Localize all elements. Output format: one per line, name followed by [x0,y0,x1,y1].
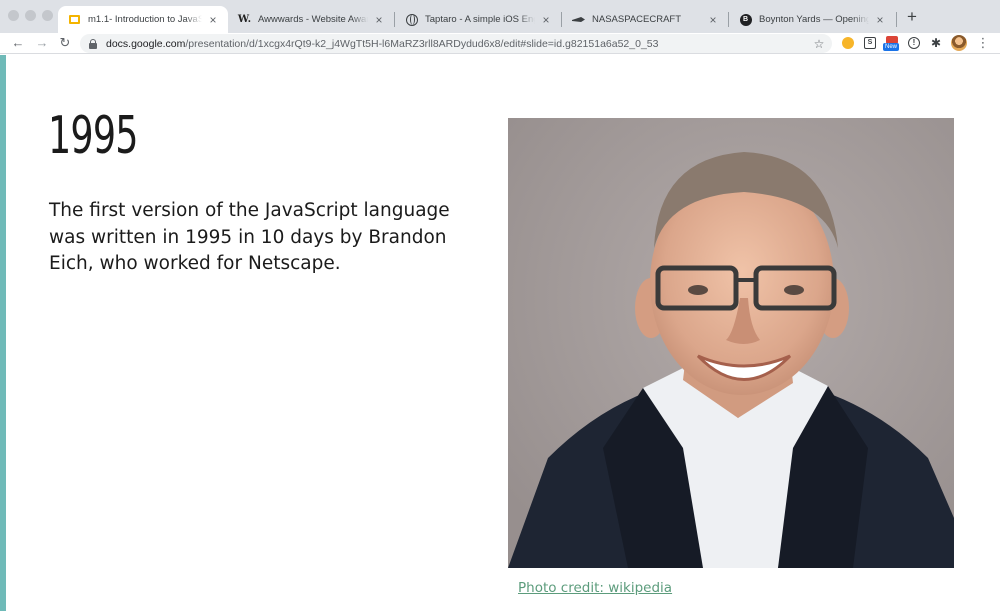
portrait-photo [508,118,954,568]
browser-tab-nasaspacecraft[interactable]: NASASPACECRAFT × [562,6,728,33]
tab-close-icon[interactable]: × [206,13,220,27]
window-controls [8,10,53,21]
photo-credit-link[interactable]: Photo credit: wikipedia [518,580,672,596]
extension-box-icon[interactable]: S [862,35,878,51]
profile-avatar[interactable] [951,35,967,51]
tab-title: Boynton Yards — Opening in 2 [759,14,869,25]
tab-separator [896,12,897,27]
extensions-puzzle-icon[interactable]: ✱ [928,35,944,51]
browser-tab-taptaro[interactable]: Taptaro - A simple iOS English × [395,6,561,33]
shuttle-icon [572,13,585,26]
window-left-edge [0,55,6,611]
back-arrow-icon[interactable]: ← [10,35,26,51]
tab-title: NASASPACECRAFT [592,14,682,25]
tab-close-icon[interactable]: × [873,13,887,27]
bookmark-star-icon[interactable]: ☆ [812,37,826,51]
browser-tab-boynton-yards[interactable]: B Boynton Yards — Opening in 2 × [729,6,895,33]
menu-kebab-icon[interactable]: ⋮ [975,35,991,51]
slide-body-text: The first version of the JavaScript lang… [49,200,450,274]
browser-tab-awwwards[interactable]: W. Awwwards - Website Awards - × [228,6,394,33]
tab-close-icon[interactable]: × [372,13,386,27]
google-slides-icon [68,13,81,26]
tab-close-icon[interactable]: × [539,13,553,27]
new-tab-button[interactable]: + [903,8,921,27]
browser-tab-slides[interactable]: m1.1- Introduction to JavaScrip × [58,6,228,33]
url-text[interactable]: docs.google.com/presentation/d/1xcgx4rQt… [106,38,812,50]
tab-title: m1.1- Introduction to JavaScrip [88,14,202,25]
new-badge: New [883,43,900,51]
slide-title: 1995 [48,106,139,166]
extension-info-icon[interactable]: ! [906,35,922,51]
forward-arrow-icon[interactable]: → [34,35,50,51]
tab-title: Awwwards - Website Awards - [258,14,368,25]
reload-icon[interactable]: ↻ [57,35,73,51]
tab-title: Taptaro - A simple iOS English [425,14,535,25]
url-host: docs.google.com [106,37,186,50]
url-path: /presentation/d/1xcgx4rQt9-k2_j4WgTt5H-l… [185,37,659,50]
browser-tab-strip: m1.1- Introduction to JavaScrip × W. Aww… [0,0,1000,33]
extension-new-icon[interactable]: New [883,35,900,51]
awwwards-icon: W. [237,14,252,25]
boynton-icon: B [739,13,752,26]
tab-close-icon[interactable]: × [706,13,720,27]
extension-yellow-icon[interactable] [840,35,856,51]
window-zoom-button[interactable] [42,10,53,21]
window-minimize-button[interactable] [25,10,36,21]
browser-toolbar: ← → ↻ docs.google.com/presentation/d/1xc… [0,33,1000,54]
window-close-button[interactable] [8,10,19,21]
lock-icon [88,38,98,49]
address-bar[interactable]: docs.google.com/presentation/d/1xcgx4rQt… [80,34,832,53]
globe-icon [405,13,418,26]
